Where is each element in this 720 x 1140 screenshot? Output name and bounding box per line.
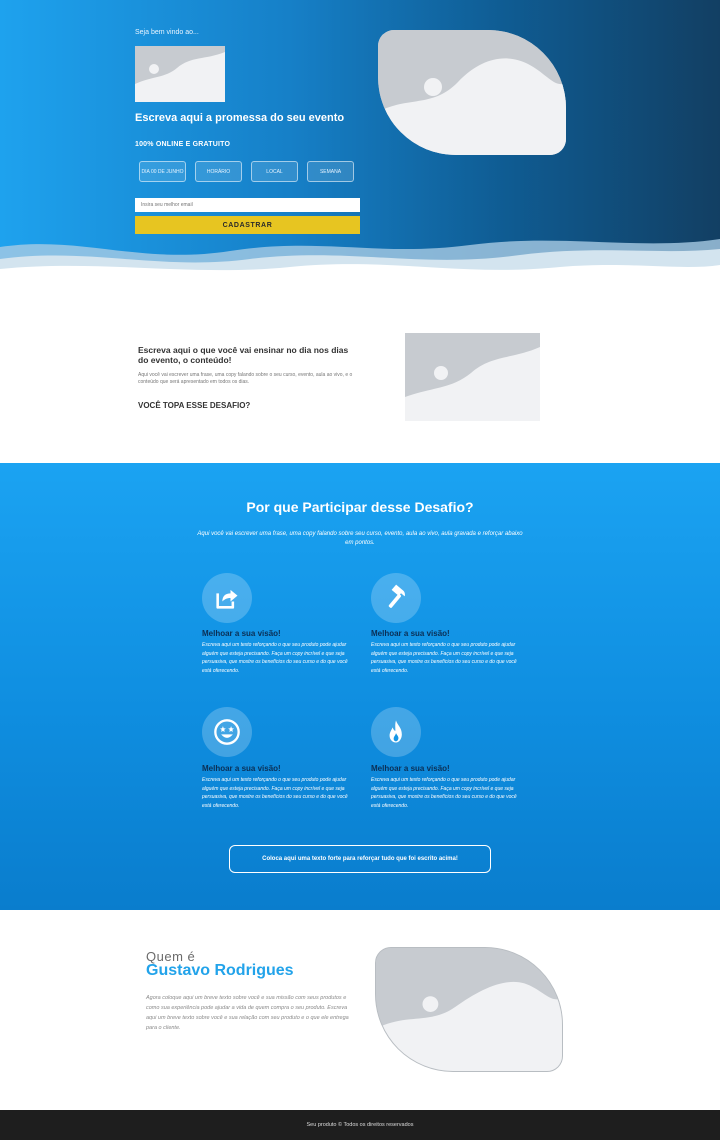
hero-logo-image-placeholder	[135, 46, 225, 102]
content-image-placeholder	[405, 333, 540, 421]
image-placeholder-icon	[405, 333, 540, 421]
hammer-icon	[371, 573, 421, 623]
hero-section: Seja bem vindo ao... Escreva aqui a prom…	[0, 0, 720, 290]
fire-icon	[371, 707, 421, 757]
reinforce-cta-button[interactable]: Coloca aqui uma texto forte para reforça…	[229, 845, 491, 873]
feature-text: Escreva aqui um texto reforçando o que s…	[371, 642, 517, 674]
footer: Seu produto © Todos os direitos reservad…	[0, 1110, 720, 1140]
hero-tagline: 100% ONLINE E GRATUITO	[135, 141, 231, 148]
why-section: Por que Participar desse Desafio? Aqui v…	[0, 463, 720, 910]
date-box-day: DIA 00 DE JUNHO	[139, 161, 186, 182]
content-title: Escreva aqui o que você vai ensinar no d…	[138, 345, 349, 365]
about-name: Gustavo Rodrigues	[146, 962, 294, 979]
date-box-week: SEMANA	[307, 161, 354, 182]
image-placeholder-icon	[135, 46, 225, 102]
feature-title: Melhoar a sua visão!	[202, 764, 281, 773]
feature-title: Melhoar a sua visão!	[202, 629, 281, 638]
image-placeholder-icon	[376, 948, 562, 1071]
hero-welcome: Seja bem vindo ao...	[135, 29, 199, 36]
about-image-placeholder	[375, 947, 563, 1072]
hero-wave-divider	[0, 239, 720, 290]
content-description: Aqui você vai escrever uma frase, uma co…	[138, 372, 353, 385]
hero-image-placeholder	[378, 30, 566, 155]
email-input[interactable]	[135, 198, 360, 212]
star-eyes-emoji-icon	[202, 707, 252, 757]
date-box-location: LOCAL	[251, 161, 298, 182]
image-placeholder-icon	[378, 30, 566, 155]
feature-text: Escreva aqui um texto reforçando o que s…	[371, 777, 517, 809]
why-subtitle: Aqui você vai escrever uma frase, uma co…	[197, 531, 523, 546]
hero-promise: Escreva aqui a promessa do seu evento	[135, 112, 345, 124]
about-text: Agora coloque aqui um breve texto sobre …	[146, 995, 349, 1031]
why-title: Por que Participar desse Desafio?	[246, 499, 474, 515]
share-icon	[202, 573, 252, 623]
feature-title: Melhoar a sua visão!	[371, 764, 450, 773]
footer-copyright: Seu produto © Todos os direitos reservad…	[306, 1122, 414, 1128]
feature-text: Escreva aqui um texto reforçando o que s…	[202, 777, 348, 809]
feature-title: Melhoar a sua visão!	[371, 629, 450, 638]
date-box-time: HORÁRIO	[195, 161, 242, 182]
feature-text: Escreva aqui um texto reforçando o que s…	[202, 642, 348, 674]
content-challenge: VOCÊ TOPA ESSE DESAFIO?	[138, 401, 251, 410]
